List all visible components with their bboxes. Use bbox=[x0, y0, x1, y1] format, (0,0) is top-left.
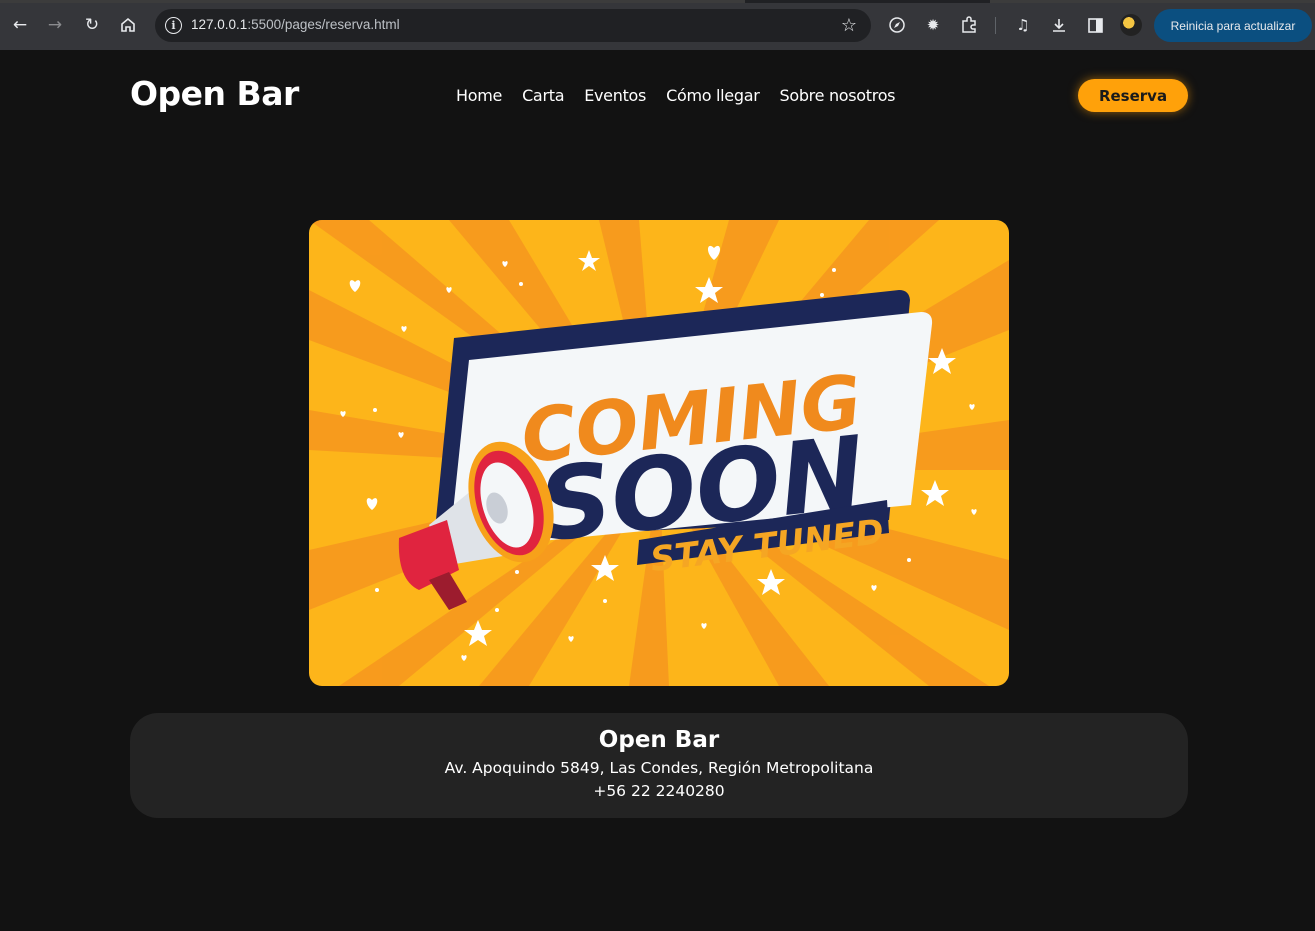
nav-como-llegar[interactable]: Cómo llegar bbox=[666, 86, 760, 105]
footer-name: Open Bar bbox=[598, 727, 720, 753]
compass-icon[interactable] bbox=[886, 14, 908, 36]
site-footer: Open Bar Av. Apoquindo 5849, Las Condes,… bbox=[130, 713, 1188, 818]
extension-gear-icon[interactable]: ✹ bbox=[922, 14, 944, 36]
profile-avatar[interactable] bbox=[1120, 14, 1142, 36]
download-icon[interactable] bbox=[1048, 14, 1070, 36]
site-logo[interactable]: Open Bar bbox=[130, 74, 299, 113]
reserva-button[interactable]: Reserva bbox=[1078, 79, 1188, 112]
footer-address: Av. Apoquindo 5849, Las Condes, Región M… bbox=[444, 759, 874, 777]
address-bar[interactable]: i 127.0.0.1:5500/pages/reserva.html ☆ bbox=[155, 9, 871, 42]
home-icon[interactable] bbox=[116, 13, 140, 37]
coming-soon-banner: COMING SOON STAY TUNED bbox=[309, 220, 1009, 686]
toolbar-separator bbox=[995, 17, 996, 34]
update-button[interactable]: Reinicia para actualizar bbox=[1154, 9, 1312, 42]
main-nav: Home Carta Eventos Cómo llegar Sobre nos… bbox=[456, 86, 896, 105]
nav-home[interactable]: Home bbox=[456, 86, 502, 105]
forward-icon[interactable]: → bbox=[43, 13, 67, 37]
page-body: Open Bar Home Carta Eventos Cómo llegar … bbox=[0, 50, 1315, 931]
back-icon[interactable]: ← bbox=[8, 13, 32, 37]
nav-sobre-nosotros[interactable]: Sobre nosotros bbox=[779, 86, 895, 105]
tab-strip bbox=[0, 0, 1315, 3]
media-queue-icon[interactable]: ♫ bbox=[1012, 14, 1034, 36]
site-info-icon[interactable]: i bbox=[165, 17, 182, 34]
bookmark-star-icon[interactable]: ☆ bbox=[841, 15, 857, 36]
footer-phone: +56 22 2240280 bbox=[593, 782, 725, 800]
reload-icon[interactable]: ↻ bbox=[80, 13, 104, 37]
url-text[interactable]: 127.0.0.1:5500/pages/reserva.html bbox=[191, 17, 400, 32]
coming-soon-illustration: COMING SOON STAY TUNED bbox=[309, 220, 1009, 686]
side-panel-icon[interactable] bbox=[1084, 14, 1106, 36]
puzzle-extensions-icon[interactable] bbox=[958, 14, 980, 36]
browser-toolbar: ← → ↻ i 127.0.0.1:5500/pages/reserva.htm… bbox=[0, 0, 1315, 50]
nav-carta[interactable]: Carta bbox=[522, 86, 564, 105]
nav-eventos[interactable]: Eventos bbox=[584, 86, 646, 105]
